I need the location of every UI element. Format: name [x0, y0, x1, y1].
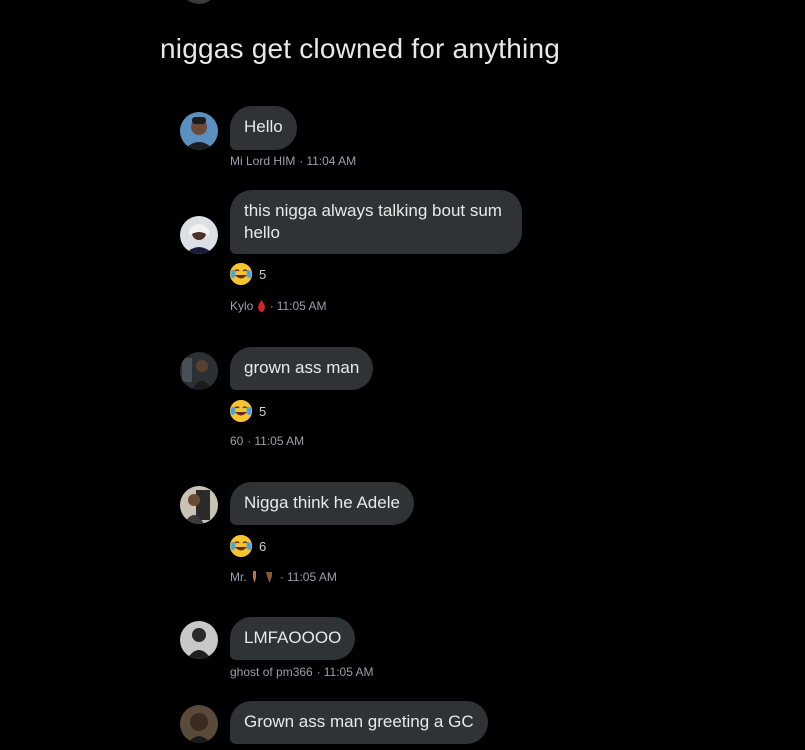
sender-name[interactable]: 60: [230, 434, 243, 448]
message-meta: 60 · 11:05 AM: [230, 434, 305, 448]
timestamp: 11:05 AM: [254, 434, 305, 448]
avatar-ghost-of-pm366[interactable]: [180, 621, 218, 659]
message-bubble[interactable]: grown ass man: [230, 347, 374, 390]
timestamp: 11:05 AM: [323, 665, 374, 679]
partial-avatar-top: [180, 0, 218, 4]
message-bubble[interactable]: LMFAOOOO: [230, 617, 356, 660]
message-meta: Kylo · 11:05 AM: [230, 299, 327, 313]
reaction-count: 5: [259, 403, 267, 419]
sender-name[interactable]: ghost of pm366: [230, 665, 313, 679]
avatar-kylo[interactable]: [180, 216, 218, 254]
person-avatar-icon: [180, 486, 218, 524]
timestamp: 11:05 AM: [276, 299, 327, 313]
timestamp: 11:05 AM: [287, 570, 337, 584]
sender-name[interactable]: Mr.: [230, 570, 247, 584]
message-meta: ghost of pm366 · 11:05 AM: [230, 665, 374, 679]
reaction-count: 5: [259, 266, 267, 282]
message-meta: Mr. · 11:05 AM: [230, 570, 337, 584]
person-avatar-icon: [180, 352, 218, 390]
pointing-hands-icon: [250, 571, 276, 583]
reaction[interactable]: 5: [230, 399, 266, 423]
post-caption: niggas get clowned for anything: [160, 33, 561, 64]
message-meta: Mi Lord HIM · 11:04 AM: [230, 154, 357, 168]
message-bubble[interactable]: Nigga think he Adele: [230, 482, 414, 525]
laughing-crying-emoji-icon: [230, 263, 252, 285]
timestamp: 11:04 AM: [306, 154, 357, 168]
avatar-mi-lord-him[interactable]: [180, 112, 218, 150]
avatar-mr[interactable]: [180, 486, 218, 524]
sender-name[interactable]: Kylo: [230, 299, 253, 313]
person-avatar-icon: [180, 705, 218, 743]
person-avatar-icon: [180, 216, 218, 254]
person-avatar-icon: [180, 621, 218, 659]
blood-drop-icon: [257, 300, 266, 312]
avatar-sender-6[interactable]: [180, 705, 218, 743]
message-bubble[interactable]: Grown ass man greeting a GC: [230, 701, 488, 744]
avatar-60[interactable]: [180, 352, 218, 390]
laughing-crying-emoji-icon: [230, 400, 252, 422]
message-bubble[interactable]: this nigga always talking bout sum hello: [230, 190, 522, 254]
reaction[interactable]: 5: [230, 262, 266, 286]
person-avatar-icon: [180, 112, 218, 150]
sender-name[interactable]: Mi Lord HIM: [230, 154, 295, 168]
reaction[interactable]: 6: [230, 534, 266, 558]
reaction-count: 6: [259, 538, 267, 554]
laughing-crying-emoji-icon: [230, 535, 252, 557]
message-bubble[interactable]: Hello: [230, 106, 297, 150]
